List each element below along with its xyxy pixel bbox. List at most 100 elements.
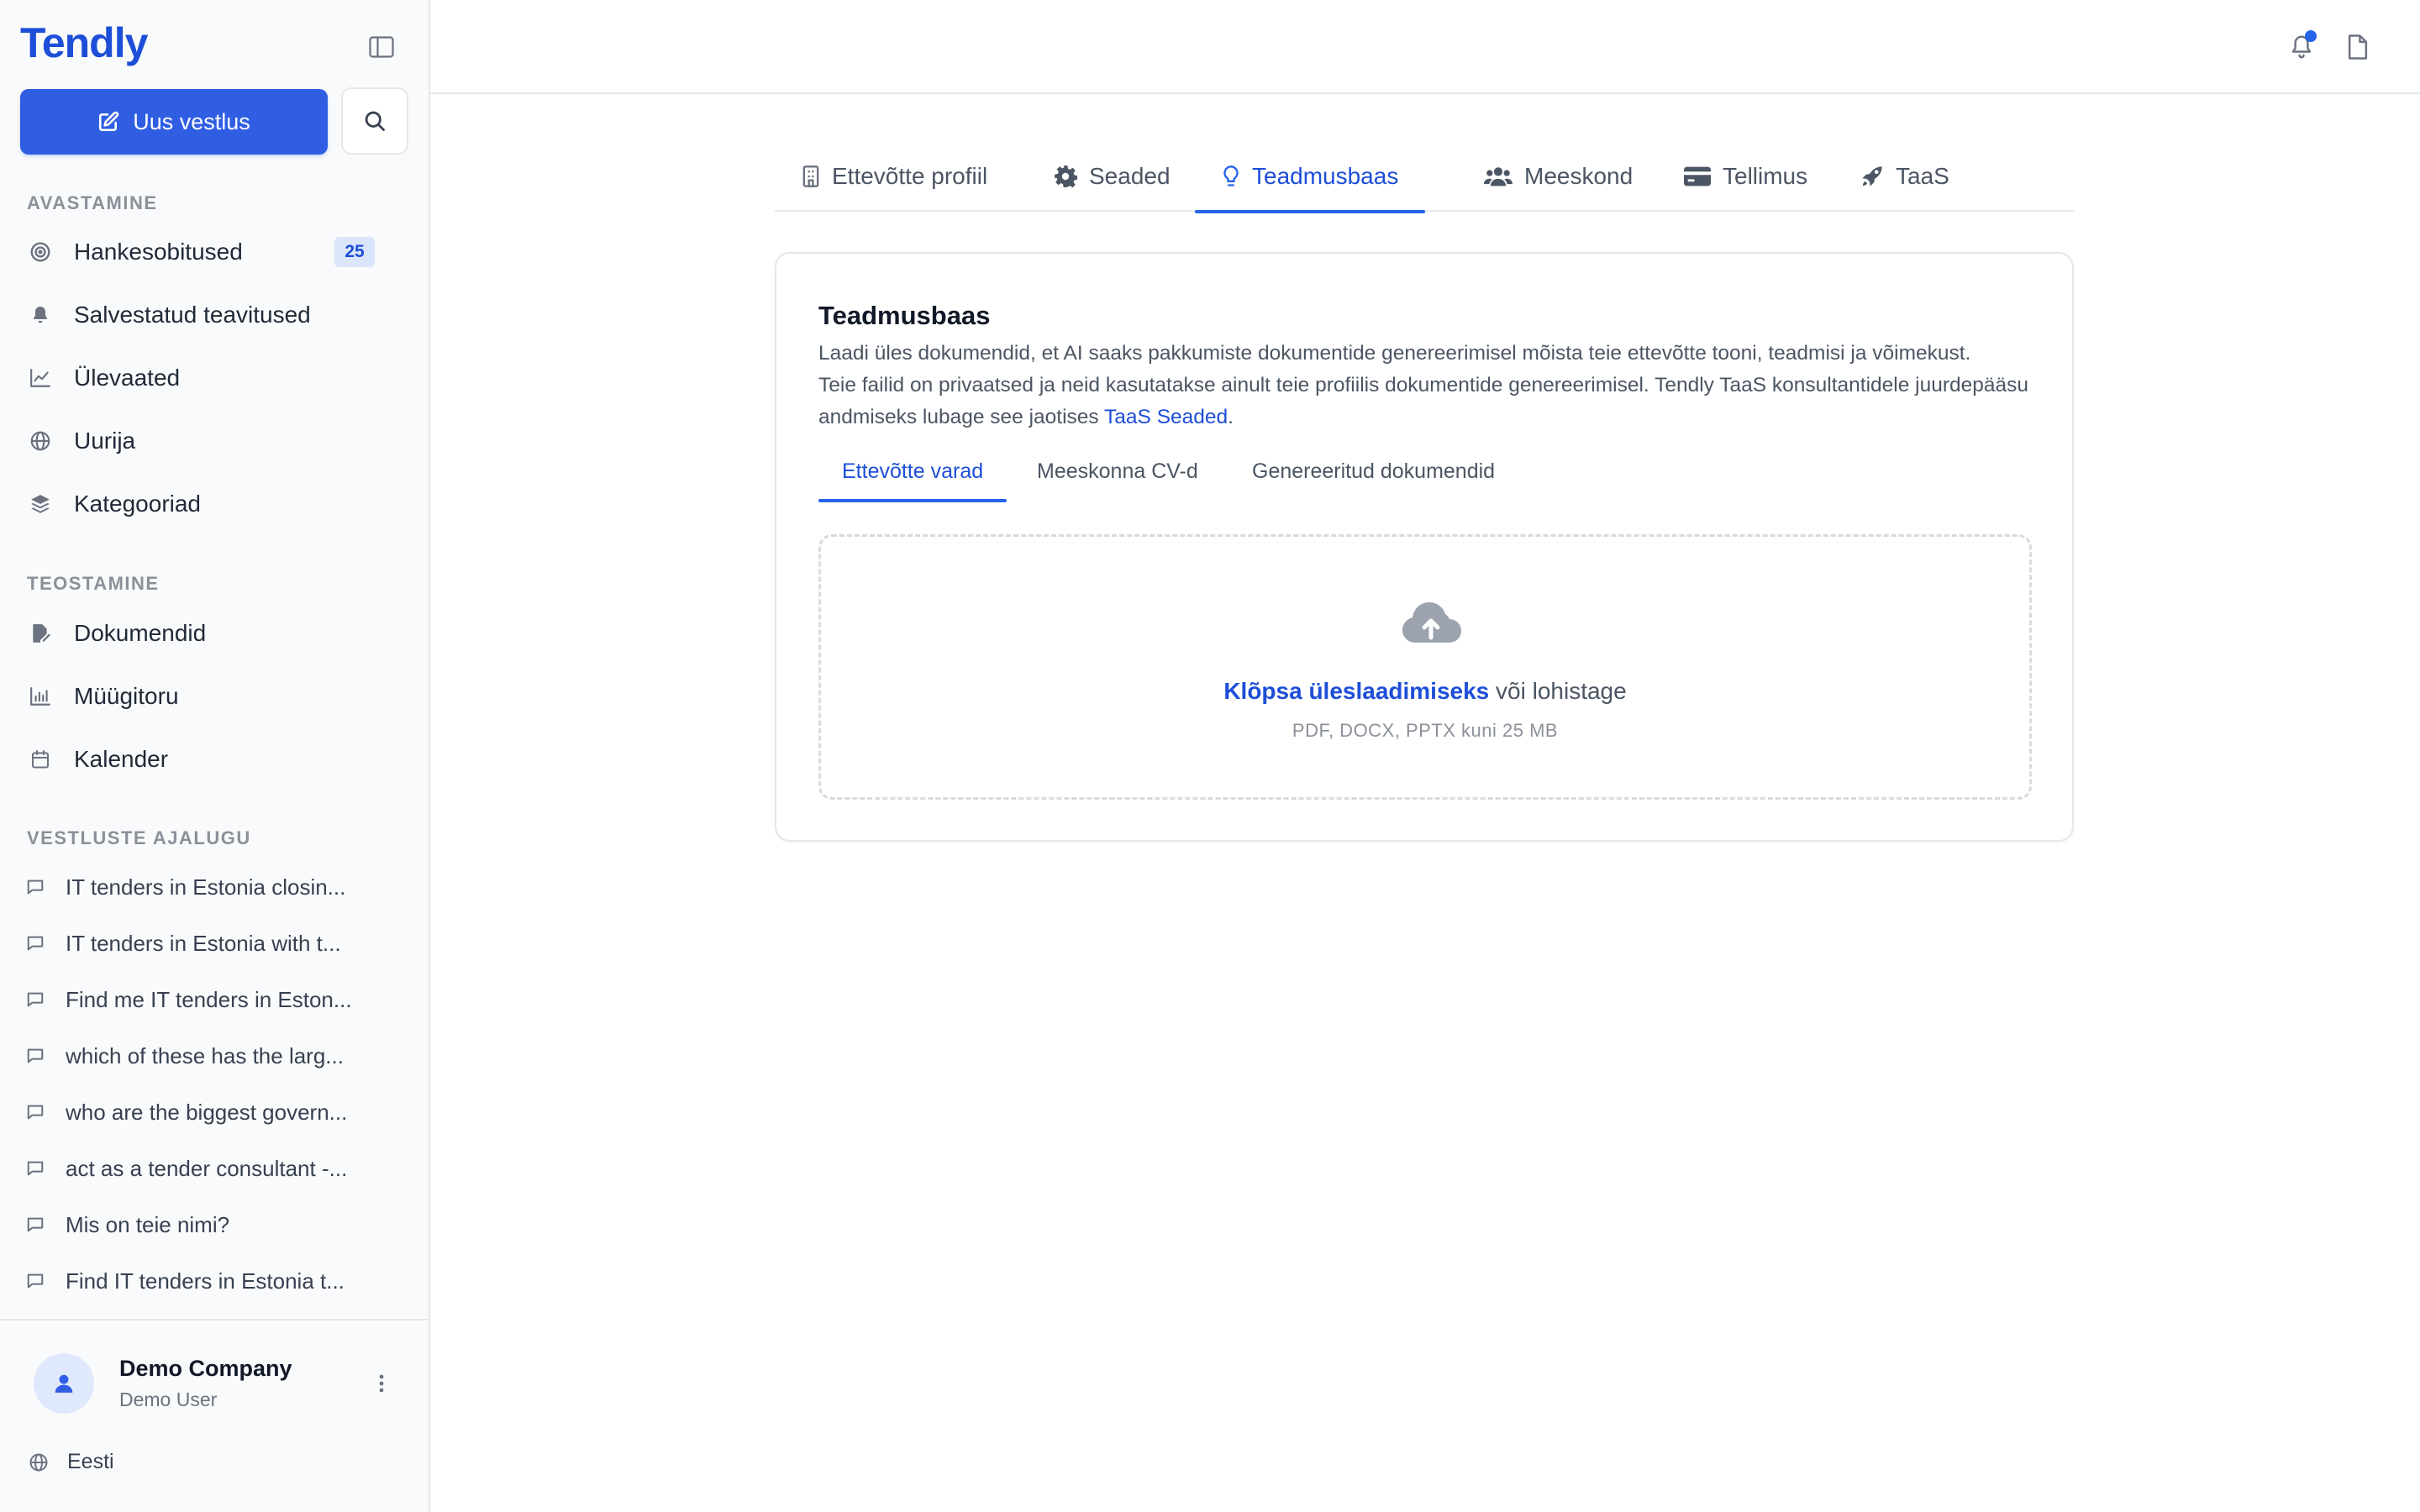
file-upload-dropzone[interactable]: Klõpsa üleslaadimiseks või lohistage PDF… (818, 534, 2032, 800)
tab-knowledge-base[interactable]: Teadmusbaas (1195, 141, 1426, 213)
section-title-discover: AVASTAMINE (27, 192, 158, 213)
sidebar-item-saved-alerts[interactable]: Salvestatud teavitused (20, 288, 390, 342)
chat-history-label: Find IT tenders in Estonia t... (66, 1268, 345, 1294)
section-title-history: VESTLUSTE AJALUGU (27, 827, 251, 848)
building-icon (802, 165, 819, 187)
panel-left-icon (369, 36, 394, 58)
message-square-icon (20, 1103, 50, 1121)
sidebar-item-label: Uurija (74, 428, 136, 454)
language-selector[interactable]: Eesti (29, 1450, 114, 1474)
target-icon (20, 225, 60, 279)
message-square-icon (20, 934, 50, 953)
count-badge: 25 (334, 237, 375, 267)
credit-card-icon (1684, 166, 1711, 186)
brand-logo[interactable]: Tendly (20, 18, 148, 67)
users-icon (1484, 167, 1512, 186)
tab-subscription[interactable]: Tellimus (1657, 141, 1834, 212)
bell-icon (20, 288, 60, 342)
chat-history-label: who are the biggest govern... (66, 1099, 348, 1125)
user-company-name: Demo Company (119, 1356, 292, 1381)
message-square-icon (20, 1047, 50, 1065)
drag-drop-text: või lohistage (1496, 678, 1627, 704)
tab-label: Teadmusbaas (1252, 163, 1399, 189)
tab-company-profile[interactable]: Ettevõtte profiil (775, 141, 1014, 212)
description-end: . (1228, 406, 1234, 428)
chat-history-item[interactable]: Mis on teie nimi? (20, 1201, 390, 1248)
sidebar-item-label: Müügitoru (74, 683, 179, 709)
settings-tabs: Ettevõtte profiil Seaded Teadmusbaas Mee… (775, 141, 2074, 213)
subtab-company-assets[interactable]: Ettevõtte varad (818, 440, 1007, 502)
rocket-icon (1862, 166, 1882, 186)
search-icon (365, 111, 385, 131)
sidebar-item-explorer[interactable]: Uurija (20, 414, 390, 468)
description-line-1: Laadi üles dokumendid, et AI saaks pakku… (818, 342, 1971, 365)
section-title-execute: TEOSTAMINE (27, 573, 160, 594)
message-square-icon (20, 878, 50, 896)
documents-button[interactable] (2338, 27, 2378, 67)
upload-file-types-hint: PDF, DOCX, PPTX kuni 25 MB (1292, 720, 1559, 741)
globe-icon (20, 414, 60, 468)
sidebar-item-overviews[interactable]: Ülevaated (20, 351, 390, 405)
knowledge-base-card: Teadmusbaas Laadi üles dokumendid, et AI… (775, 252, 2074, 842)
gear-icon (1055, 165, 1077, 188)
cloud-upload-icon (1402, 602, 1461, 643)
file-icon (2348, 34, 2368, 60)
globe-icon (29, 1453, 48, 1471)
user-menu-button[interactable] (366, 1368, 397, 1399)
chat-history-item[interactable]: Find IT tenders in Estonia t... (20, 1257, 390, 1305)
sidebar-item-label: Ülevaated (74, 365, 181, 391)
chat-history-item[interactable]: which of these has the larg... (20, 1032, 390, 1079)
sidebar-toggle-button[interactable] (365, 32, 398, 62)
page-title: Teadmusbaas (818, 301, 991, 330)
tab-team[interactable]: Meeskond (1457, 141, 1660, 212)
calendar-icon (20, 732, 60, 786)
sidebar-item-label: Kategooriad (74, 491, 202, 517)
message-square-icon (20, 990, 50, 1009)
chat-history-item[interactable]: act as a tender consultant -... (20, 1145, 390, 1192)
sidebar-item-categories[interactable]: Kategooriad (20, 477, 390, 531)
chat-history-item[interactable]: IT tenders in Estonia with t... (20, 920, 390, 967)
click-to-upload-link[interactable]: Klõpsa üleslaadimiseks (1223, 678, 1489, 704)
sidebar-item-pipeline[interactable]: Müügitoru (20, 669, 390, 723)
divider (0, 1319, 429, 1320)
tab-settings[interactable]: Seaded (1027, 141, 1197, 212)
chat-history-item[interactable]: who are the biggest govern... (20, 1089, 390, 1136)
tab-label: Meeskond (1524, 163, 1634, 189)
sidebar: Tendly Uus vestlus AVASTAMINE Hankesobit… (0, 0, 430, 1512)
chat-history-label: act as a tender consultant -... (66, 1155, 348, 1181)
sidebar-item-label: Dokumendid (74, 620, 207, 646)
line-chart-icon (20, 351, 60, 405)
new-chat-button[interactable]: Uus vestlus (20, 89, 328, 155)
notifications-button[interactable] (2281, 27, 2322, 67)
more-vertical-icon (379, 1374, 384, 1393)
tab-label: Ettevõtte profiil (832, 163, 988, 189)
chat-history-item[interactable]: Find me IT tenders in Eston... (20, 976, 390, 1023)
taas-settings-link[interactable]: TaaS Seaded (1104, 406, 1228, 428)
top-bar (430, 0, 2420, 94)
sidebar-item-label: Kalender (74, 746, 169, 772)
lightbulb-icon (1223, 165, 1239, 186)
subtab-team-cvs[interactable]: Meeskonna CV-d (1013, 440, 1222, 502)
subtab-generated-documents[interactable]: Genereeritud dokumendid (1228, 440, 1518, 502)
search-button[interactable] (341, 87, 408, 155)
new-chat-label: Uus vestlus (133, 108, 250, 134)
chat-history-label: IT tenders in Estonia with t... (66, 930, 341, 956)
chat-history-label: IT tenders in Estonia closin... (66, 874, 346, 900)
file-edit-icon (20, 606, 60, 660)
tab-label: TaaS (1896, 163, 1949, 189)
tab-taas[interactable]: TaaS (1833, 141, 1976, 212)
layers-icon (20, 477, 60, 531)
sidebar-item-label: Hankesobitused (74, 239, 243, 265)
chat-history-label: Find me IT tenders in Eston... (66, 986, 352, 1012)
edit-square-icon (99, 111, 119, 132)
sidebar-item-tender-matches[interactable]: Hankesobitused 25 (20, 225, 390, 279)
user-role: Demo User (119, 1389, 218, 1410)
chat-history-item[interactable]: IT tenders in Estonia closin... (20, 864, 390, 911)
language-label: Eesti (67, 1450, 114, 1473)
message-square-icon (20, 1159, 50, 1178)
chat-history-label: Mis on teie nimi? (66, 1211, 230, 1237)
sidebar-item-label: Salvestatud teavitused (74, 302, 311, 328)
user-profile-card[interactable]: Demo Company Demo User (20, 1347, 410, 1420)
sidebar-item-calendar[interactable]: Kalender (20, 732, 390, 786)
sidebar-item-documents[interactable]: Dokumendid (20, 606, 390, 660)
